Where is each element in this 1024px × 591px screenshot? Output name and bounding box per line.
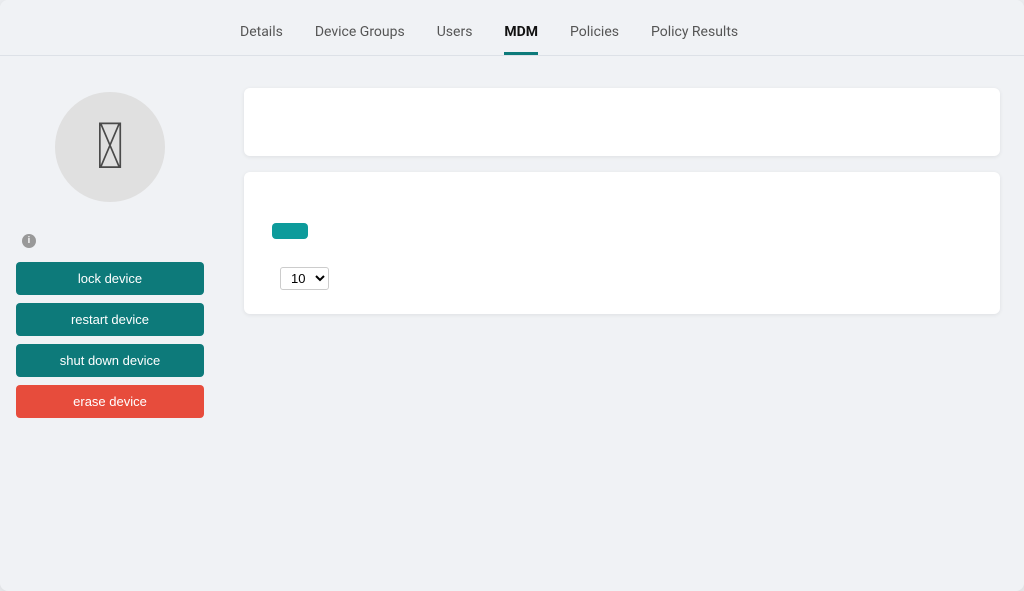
info-icon[interactable]: i [22,234,36,248]
modal-container: Details Device Groups Users MDM Policies Poli… [0,0,1024,591]
rows-per-page-select[interactable]: 10 25 50 [280,267,329,290]
tab-device-groups[interactable]: Device Groups [315,24,405,55]
erase-device-button[interactable]: erase device [16,385,204,418]
security-commands-title: i [16,234,204,248]
enrollment-card [244,88,1000,156]
security-commands: i lock device restart device shut down dev… [16,234,204,426]
apple-icon:  [96,115,124,179]
restart-device-button[interactable]: restart device [16,303,204,336]
tabs-bar: Details Device Groups Users MDM Policies Poli… [0,0,1024,56]
tab-policy-results[interactable]: Policy Results [651,24,738,55]
main-content: 10 25 50 [220,68,1024,591]
tab-users[interactable]: Users [437,24,473,55]
refresh-button[interactable] [272,223,308,239]
rows-per-page: 10 25 50 [272,267,329,290]
tab-mdm[interactable]: MDM [504,24,538,55]
lock-device-button[interactable]: lock device [16,262,204,295]
table-footer: 10 25 50 [272,267,972,290]
shutdown-device-button[interactable]: shut down device [16,344,204,377]
command-results-card: 10 25 50 [244,172,1000,314]
tab-policies[interactable]: Policies [570,24,619,55]
sidebar:  i lock device restart device shut down d… [0,68,220,591]
tab-details[interactable]: Details [240,24,283,55]
avatar:  [55,92,165,202]
